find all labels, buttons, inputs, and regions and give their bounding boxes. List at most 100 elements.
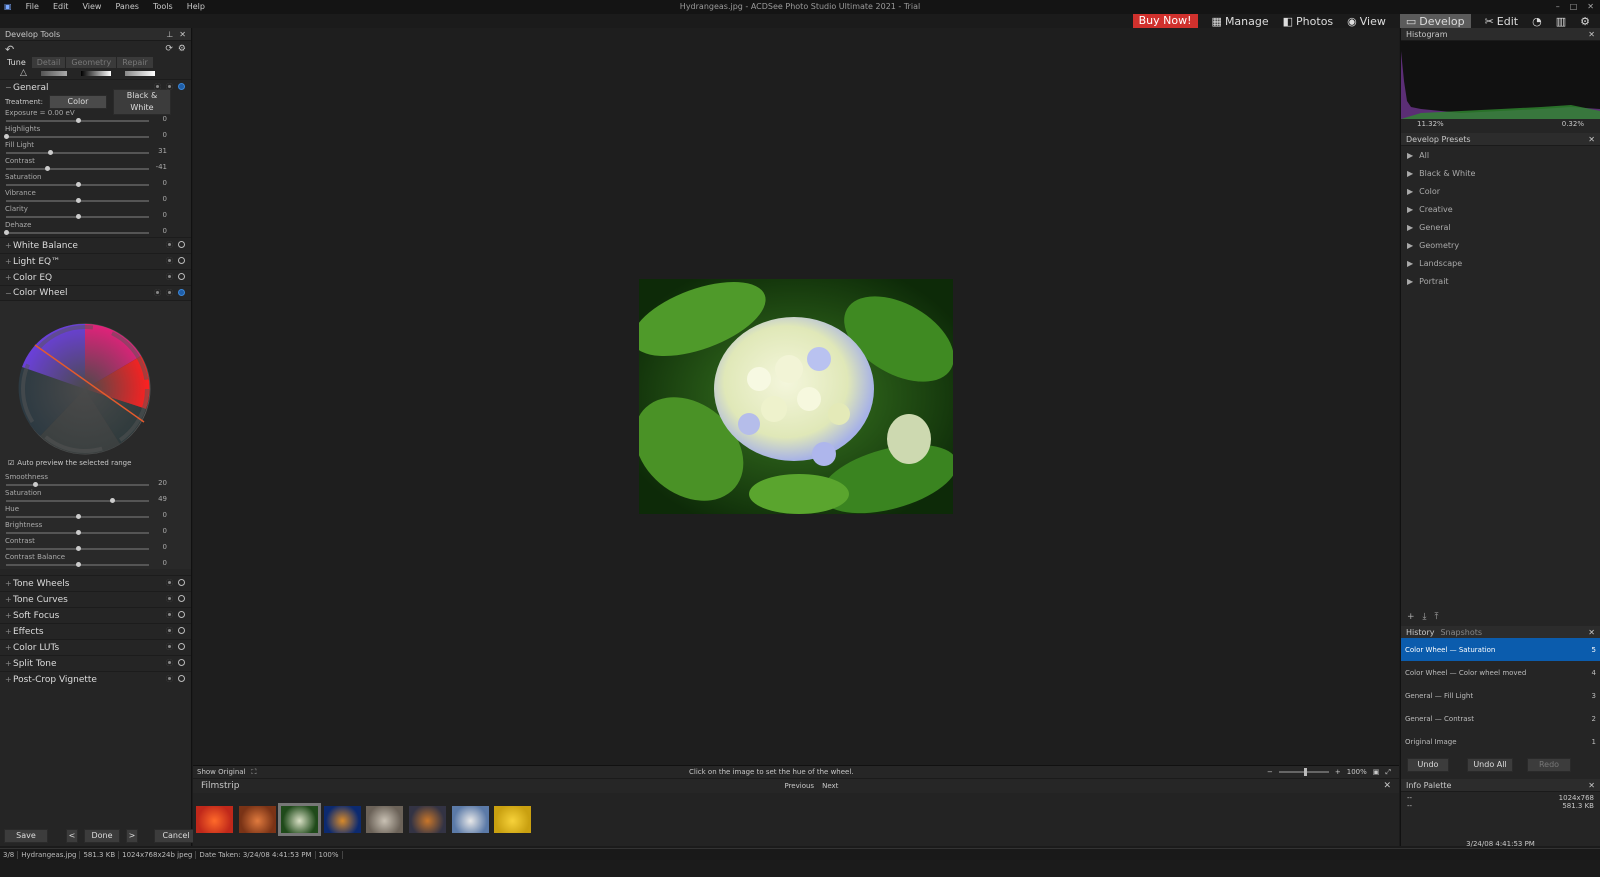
- prev-button[interactable]: <: [66, 829, 78, 843]
- filmstrip-thumbnail[interactable]: [494, 806, 532, 833]
- preset-folder[interactable]: ▶ Black & White: [1401, 164, 1600, 182]
- slider-value[interactable]: 20: [158, 479, 167, 487]
- mode-view[interactable]: ◉ View: [1347, 15, 1386, 28]
- checkbox-icon[interactable]: ☑: [8, 459, 14, 467]
- slider-value[interactable]: 0: [163, 195, 167, 203]
- tab-snapshots[interactable]: Snapshots: [1440, 628, 1482, 637]
- slider-thumb[interactable]: [75, 214, 81, 219]
- stats-icon[interactable]: ▥: [1556, 15, 1566, 28]
- filmstrip-thumbnail[interactable]: [366, 806, 404, 833]
- buy-now-button[interactable]: Buy Now!: [1132, 14, 1198, 28]
- redo-button[interactable]: Redo: [1527, 758, 1571, 772]
- toggle-icon[interactable]: [178, 289, 185, 296]
- preset-folder[interactable]: ▶ Color: [1401, 182, 1600, 200]
- slider-thumb[interactable]: [45, 166, 51, 171]
- color-treatment-button[interactable]: Color: [48, 95, 107, 109]
- gear-icon[interactable]: ⚙: [178, 44, 186, 54]
- section-header[interactable]: + White Balance: [0, 237, 191, 253]
- section-header[interactable]: + Color LUTs: [0, 639, 191, 655]
- warning-icon[interactable]: △: [20, 68, 27, 78]
- section-header[interactable]: + Effects: [0, 623, 191, 639]
- gear-icon[interactable]: [166, 627, 173, 634]
- tab-repair[interactable]: Repair: [117, 56, 153, 68]
- slider-track[interactable]: [6, 500, 149, 502]
- filmstrip-thumbnail[interactable]: [278, 803, 322, 836]
- section-header[interactable]: + Split Tone: [0, 655, 191, 671]
- main-photo[interactable]: [639, 279, 953, 514]
- slider-track[interactable]: [6, 168, 149, 170]
- close-filmstrip-icon[interactable]: ✕: [1383, 781, 1391, 791]
- export-icon[interactable]: ⤒: [1435, 612, 1439, 622]
- toggle-icon[interactable]: [178, 241, 185, 248]
- preset-folder[interactable]: ▶ General: [1401, 218, 1600, 236]
- zoom-out-icon[interactable]: −: [1267, 768, 1273, 776]
- section-header[interactable]: + Tone Curves: [0, 591, 191, 607]
- add-icon[interactable]: +: [1407, 612, 1415, 622]
- section-header[interactable]: + Light EQ™: [0, 253, 191, 269]
- slider-thumb[interactable]: [75, 562, 81, 567]
- toggle-icon[interactable]: [178, 659, 185, 666]
- gear-icon[interactable]: [166, 595, 173, 602]
- zoom-slider-thumb[interactable]: [1303, 768, 1307, 776]
- gear-icon[interactable]: [166, 675, 173, 682]
- slider-value[interactable]: 0: [163, 131, 167, 139]
- gear-icon[interactable]: [166, 83, 173, 90]
- reset-icon[interactable]: ⟳: [165, 44, 173, 54]
- section-general[interactable]: − General: [0, 79, 191, 95]
- slider-thumb[interactable]: [75, 530, 81, 535]
- slider-track[interactable]: [6, 484, 149, 486]
- gear-icon[interactable]: [166, 241, 173, 248]
- import-icon[interactable]: ⤓: [1423, 612, 1427, 622]
- slider-track[interactable]: [6, 136, 149, 138]
- toggle-icon[interactable]: [178, 595, 185, 602]
- slider-thumb[interactable]: [75, 546, 81, 551]
- show-original-button[interactable]: Show Original: [197, 768, 246, 776]
- section-header[interactable]: + Soft Focus: [0, 607, 191, 623]
- mode-develop[interactable]: ▭ Develop: [1399, 13, 1471, 29]
- tab-detail[interactable]: Detail: [31, 56, 66, 68]
- dashboard-icon[interactable]: ◔: [1532, 15, 1542, 28]
- slider-thumb[interactable]: [4, 134, 9, 139]
- zoom-slider[interactable]: [1278, 768, 1329, 776]
- actual-size-icon[interactable]: ⤢: [1385, 768, 1391, 777]
- filmstrip-thumbnail[interactable]: [409, 806, 446, 833]
- slider-value[interactable]: 0: [163, 543, 167, 551]
- save-button[interactable]: Save: [4, 829, 48, 843]
- close-icon[interactable]: ✕: [1587, 2, 1594, 11]
- filmstrip-thumbnail[interactable]: [323, 806, 361, 833]
- slider-thumb[interactable]: [75, 514, 81, 519]
- mode-manage[interactable]: ▦ Manage: [1212, 15, 1269, 28]
- color-wheel[interactable]: [0, 305, 192, 455]
- next-button[interactable]: Next: [822, 782, 838, 790]
- toggle-icon[interactable]: [178, 675, 185, 682]
- slider-value[interactable]: 0: [163, 115, 167, 123]
- undo-all-button[interactable]: Undo All: [1467, 758, 1513, 772]
- slider-value[interactable]: 0: [163, 511, 167, 519]
- slider-track[interactable]: [6, 152, 149, 154]
- toggle-icon[interactable]: [178, 273, 185, 280]
- cancel-button[interactable]: Cancel: [154, 829, 198, 843]
- undo-icon[interactable]: ↶: [5, 43, 14, 56]
- slider-thumb[interactable]: [75, 198, 81, 203]
- slider-value[interactable]: 0: [163, 179, 167, 187]
- previous-button[interactable]: Previous: [784, 782, 814, 790]
- slider-thumb[interactable]: [109, 498, 115, 503]
- gear-icon[interactable]: [166, 289, 173, 296]
- preset-folder[interactable]: ▶ Geometry: [1401, 236, 1600, 254]
- fit-icon[interactable]: ▣: [1373, 768, 1380, 776]
- close-icon[interactable]: ✕: [1588, 135, 1595, 144]
- section-header[interactable]: + Post-Crop Vignette: [0, 671, 191, 687]
- tab-tune[interactable]: Tune: [2, 57, 31, 68]
- mode-edit[interactable]: ✂ Edit: [1485, 15, 1519, 28]
- slider-value[interactable]: 49: [158, 495, 167, 503]
- history-item[interactable]: Color Wheel — Color wheel moved 4: [1401, 661, 1600, 684]
- fullscreen-icon[interactable]: ⛶: [252, 768, 257, 777]
- section-header[interactable]: + Color EQ: [0, 269, 191, 285]
- slider-thumb[interactable]: [32, 482, 38, 487]
- section-color-wheel[interactable]: − Color Wheel: [0, 285, 191, 301]
- filmstrip-thumbnail[interactable]: [451, 806, 489, 833]
- gear-icon[interactable]: [166, 579, 173, 586]
- preset-folder[interactable]: ▶ Landscape: [1401, 254, 1600, 272]
- zoom-in-icon[interactable]: +: [1335, 768, 1341, 776]
- gear-icon[interactable]: [166, 273, 173, 280]
